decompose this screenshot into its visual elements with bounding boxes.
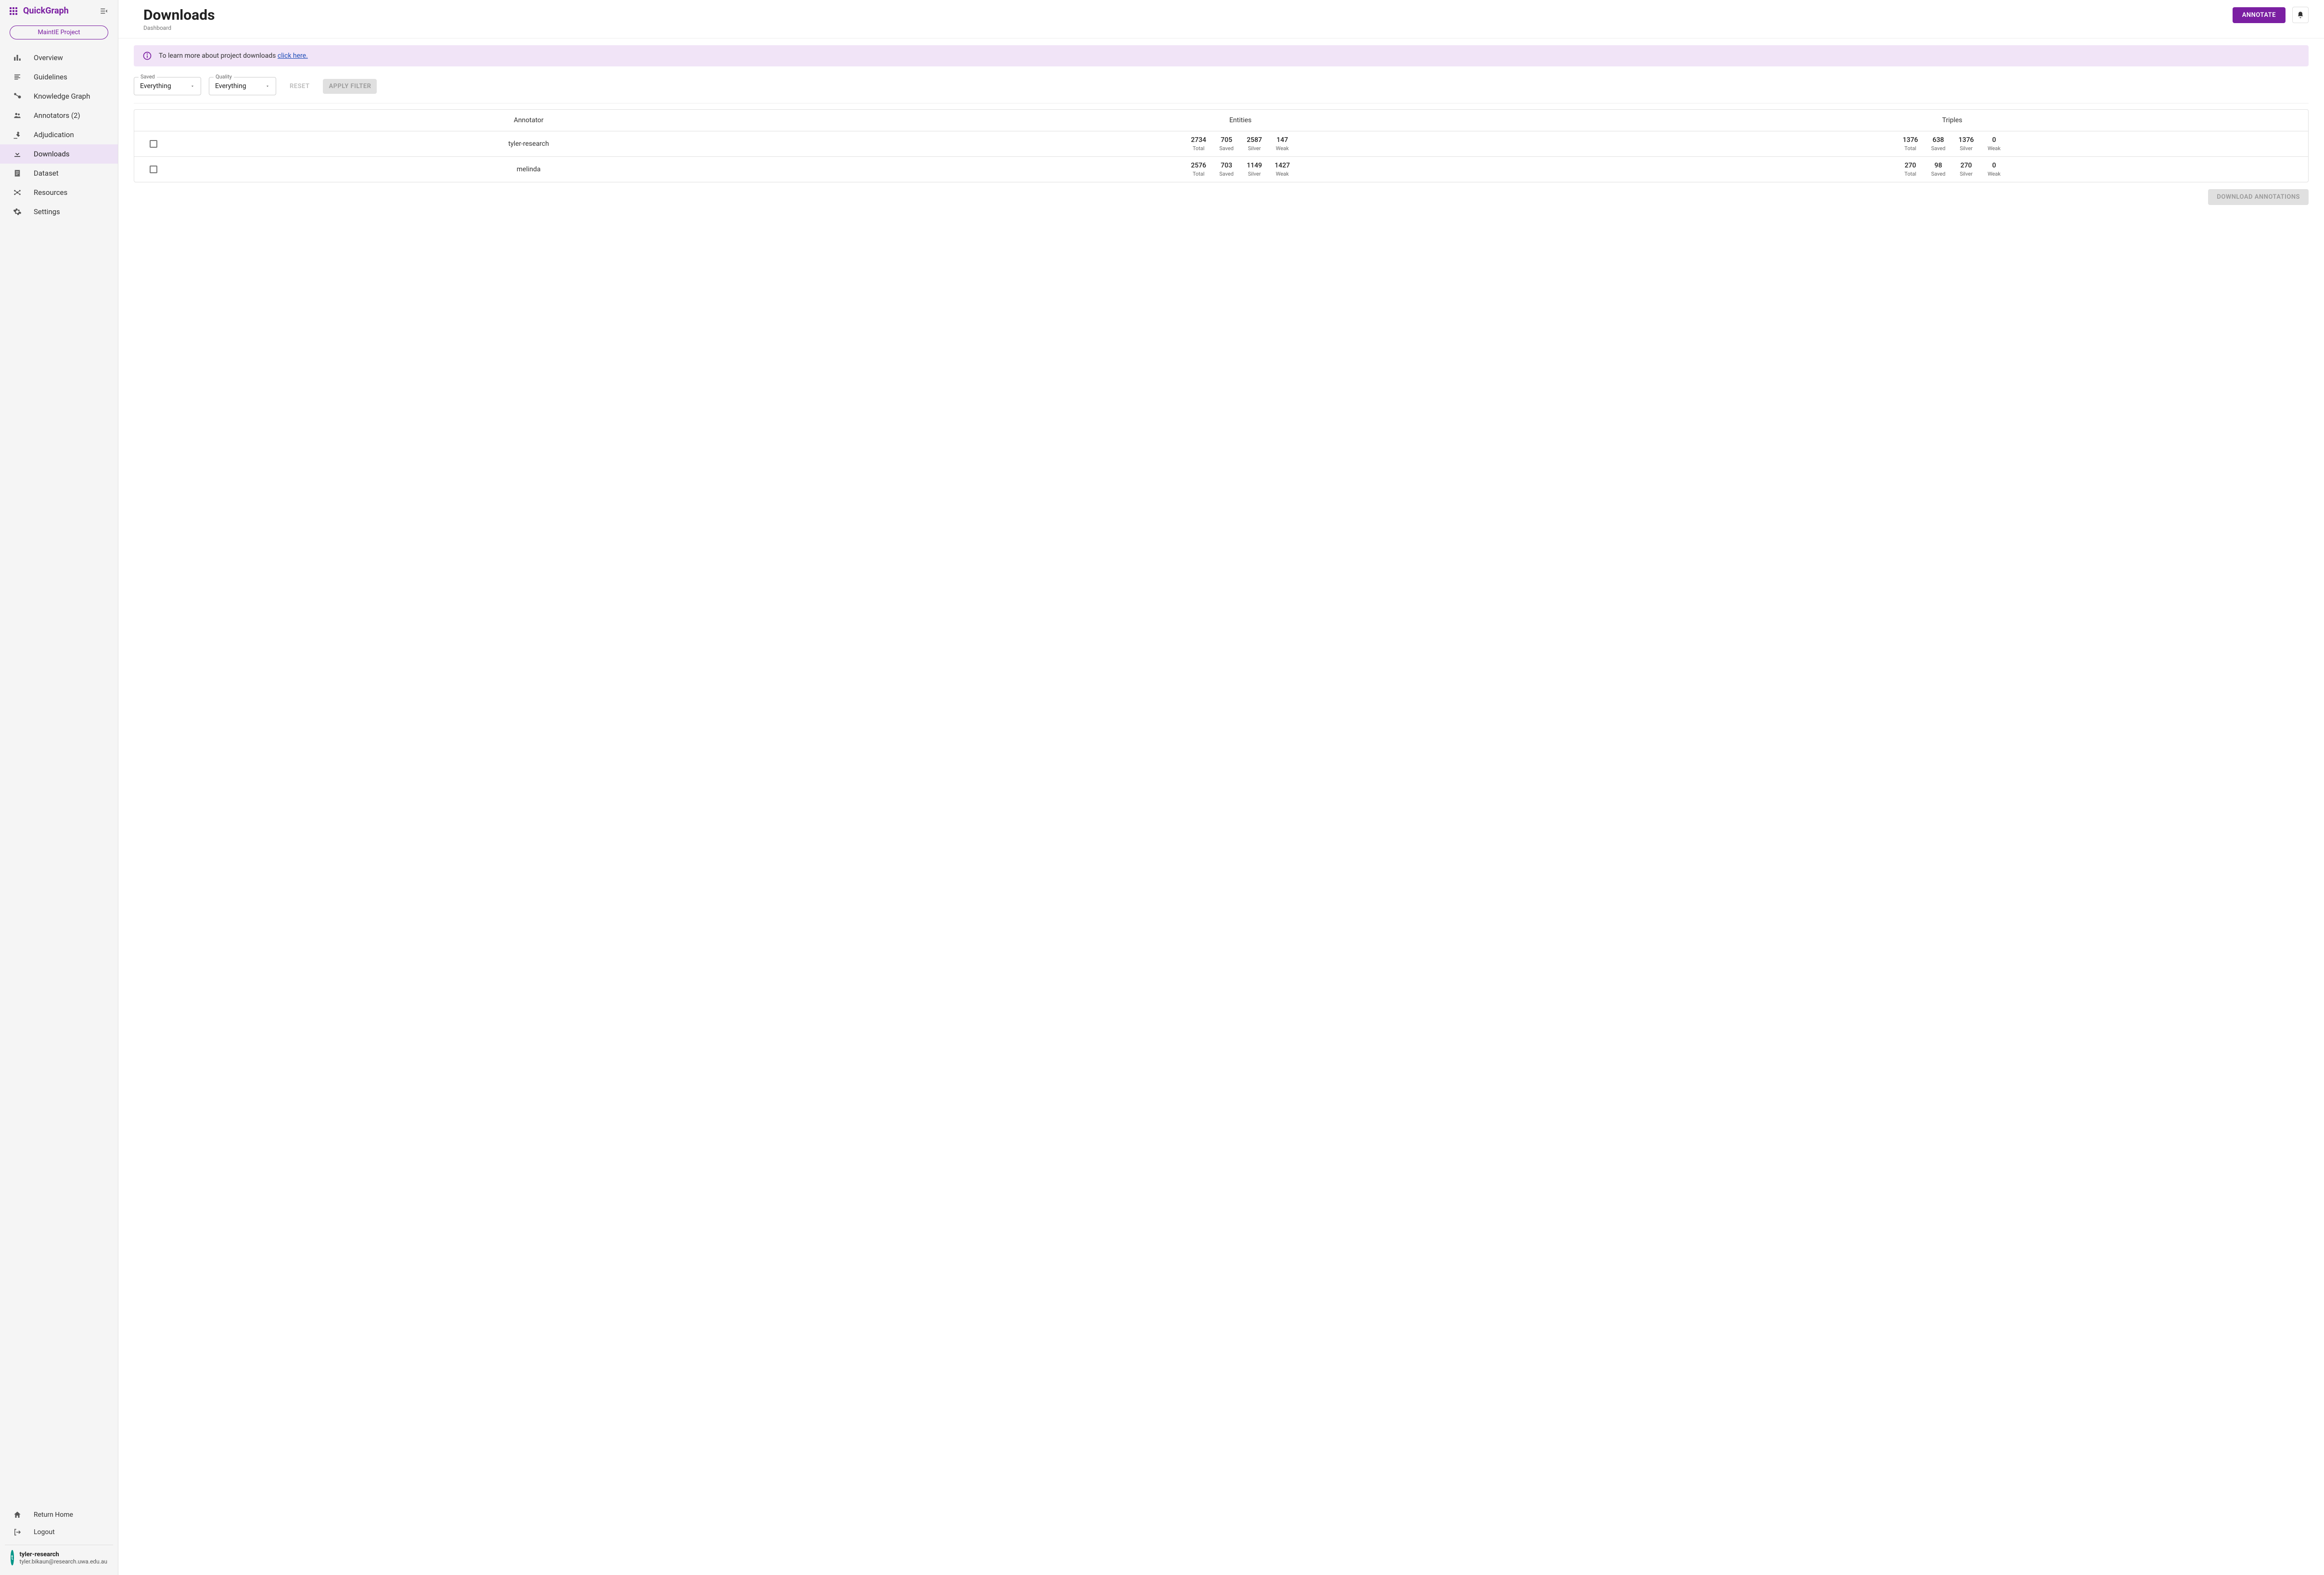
sidebar-item-return-home[interactable]: Return Home [0, 1506, 118, 1524]
main: Downloads Dashboard ANNOTATE To learn mo… [118, 0, 2324, 1575]
sidebar-item-label: Return Home [34, 1511, 73, 1519]
people-icon [13, 111, 22, 120]
sidebar-item-label: Guidelines [34, 73, 67, 81]
table-header: Annotator Entities Triples [134, 110, 2308, 131]
user-meta: tyler-research tyler.bikaun@research.uwa… [20, 1551, 107, 1565]
sidebar-item-overview[interactable]: Overview [0, 48, 118, 67]
user-email: tyler.bikaun@research.uwa.edu.au [20, 1558, 107, 1565]
apply-filter-button[interactable]: APPLY FILTER [323, 79, 377, 94]
project-chip[interactable]: MaintIE Project [10, 26, 108, 39]
sidebar-item-guidelines[interactable]: Guidelines [0, 67, 118, 87]
gear-icon [13, 207, 22, 217]
content: To learn more about project downloads cl… [118, 38, 2324, 212]
sidebar-header: QuickGraph [0, 0, 118, 22]
sidebar-item-label: Annotators (2) [34, 111, 80, 120]
alert-link[interactable]: click here. [278, 52, 308, 60]
info-alert: To learn more about project downloads cl… [134, 45, 2309, 66]
sidebar-item-knowledge-graph[interactable]: Knowledge Graph [0, 87, 118, 106]
sidebar-item-label: Adjudication [34, 130, 74, 139]
entities-stats: 2734Total 705Saved 2587Silver 147Weak [884, 136, 1596, 152]
collapse-sidebar-icon[interactable] [100, 7, 108, 15]
saved-select[interactable]: Saved Everything [134, 77, 201, 95]
sidebar-item-label: Dataset [34, 169, 59, 178]
header: Downloads Dashboard ANNOTATE [118, 0, 2324, 38]
alert-text: To learn more about project downloads cl… [159, 52, 308, 60]
col-triples: Triples [1596, 116, 2308, 124]
select-value: Everything [215, 82, 246, 90]
quality-select[interactable]: Quality Everything [209, 77, 276, 95]
lines-icon [13, 72, 22, 82]
sidebar-item-settings[interactable]: Settings [0, 202, 118, 221]
col-entities: Entities [884, 116, 1596, 124]
apps-icon [10, 7, 17, 15]
brand[interactable]: QuickGraph [10, 6, 69, 16]
logout-icon [13, 1527, 22, 1537]
user-name: tyler-research [20, 1551, 107, 1558]
notifications-button[interactable] [2292, 7, 2309, 23]
sidebar-item-annotators[interactable]: Annotators (2) [0, 106, 118, 125]
gavel-icon [13, 130, 22, 140]
annotate-button[interactable]: ANNOTATE [2233, 7, 2286, 23]
sidebar-item-resources[interactable]: Resources [0, 183, 118, 202]
sidebar-item-label: Settings [34, 207, 60, 216]
header-right: ANNOTATE [2233, 7, 2309, 23]
sidebar-item-logout[interactable]: Logout [0, 1524, 118, 1541]
entities-stats: 2576Total 703Saved 1149Silver 1427Weak [884, 162, 1596, 177]
sidebar-bottom: Return Home Logout t tyler-research tyle… [0, 1506, 118, 1575]
sidebar-item-adjudication[interactable]: Adjudication [0, 125, 118, 144]
sidebar-item-downloads[interactable]: Downloads [0, 144, 118, 164]
select-legend: Saved [139, 74, 157, 80]
avatar: t [11, 1550, 14, 1565]
chevron-down-icon [190, 84, 195, 89]
sidebar-item-label: Logout [34, 1528, 55, 1536]
info-icon [142, 51, 152, 61]
row-checkbox[interactable] [150, 140, 157, 148]
download-icon [13, 149, 22, 159]
user-profile[interactable]: t tyler-research tyler.bikaun@research.u… [5, 1545, 113, 1571]
triples-stats: 270Total 98Saved 270Silver 0Weak [1596, 162, 2308, 177]
select-legend: Quality [214, 74, 234, 80]
triples-stats: 1376Total 638Saved 1376Silver 0Weak [1596, 136, 2308, 152]
annotator-name: melinda [173, 166, 884, 173]
sidebar: QuickGraph MaintIE Project Overview Guid… [0, 0, 118, 1575]
download-row: DOWNLOAD ANNOTATIONS [134, 189, 2309, 205]
page-title: Downloads [143, 7, 215, 24]
sidebar-item-label: Overview [34, 53, 63, 62]
annotator-name: tyler-research [173, 140, 884, 148]
hub-icon [13, 188, 22, 197]
bar-chart-icon [13, 53, 22, 63]
col-annotator: Annotator [173, 116, 884, 124]
sidebar-item-label: Resources [34, 188, 67, 197]
sidebar-item-label: Knowledge Graph [34, 92, 90, 101]
document-icon [13, 168, 22, 178]
bell-icon [2297, 11, 2304, 19]
sidebar-item-label: Downloads [34, 150, 70, 158]
download-annotations-button[interactable]: DOWNLOAD ANNOTATIONS [2208, 189, 2309, 205]
chevron-down-icon [265, 84, 270, 89]
row-checkbox[interactable] [150, 166, 157, 173]
graph-icon [13, 91, 22, 101]
breadcrumb: Dashboard [143, 25, 215, 31]
home-icon [13, 1510, 22, 1520]
table-row: tyler-research 2734Total 705Saved 2587Si… [134, 131, 2308, 157]
table-row: melinda 2576Total 703Saved 1149Silver 14… [134, 157, 2308, 182]
sidebar-item-dataset[interactable]: Dataset [0, 164, 118, 183]
select-value: Everything [140, 82, 171, 90]
brand-name: QuickGraph [23, 6, 69, 16]
filters: Saved Everything Quality Everything RESE… [134, 77, 2309, 103]
reset-button[interactable]: RESET [284, 79, 315, 94]
sidebar-nav: Overview Guidelines Knowledge Graph Anno… [0, 48, 118, 1506]
header-left: Downloads Dashboard [143, 7, 215, 31]
annotators-table: Annotator Entities Triples tyler-researc… [134, 109, 2309, 182]
